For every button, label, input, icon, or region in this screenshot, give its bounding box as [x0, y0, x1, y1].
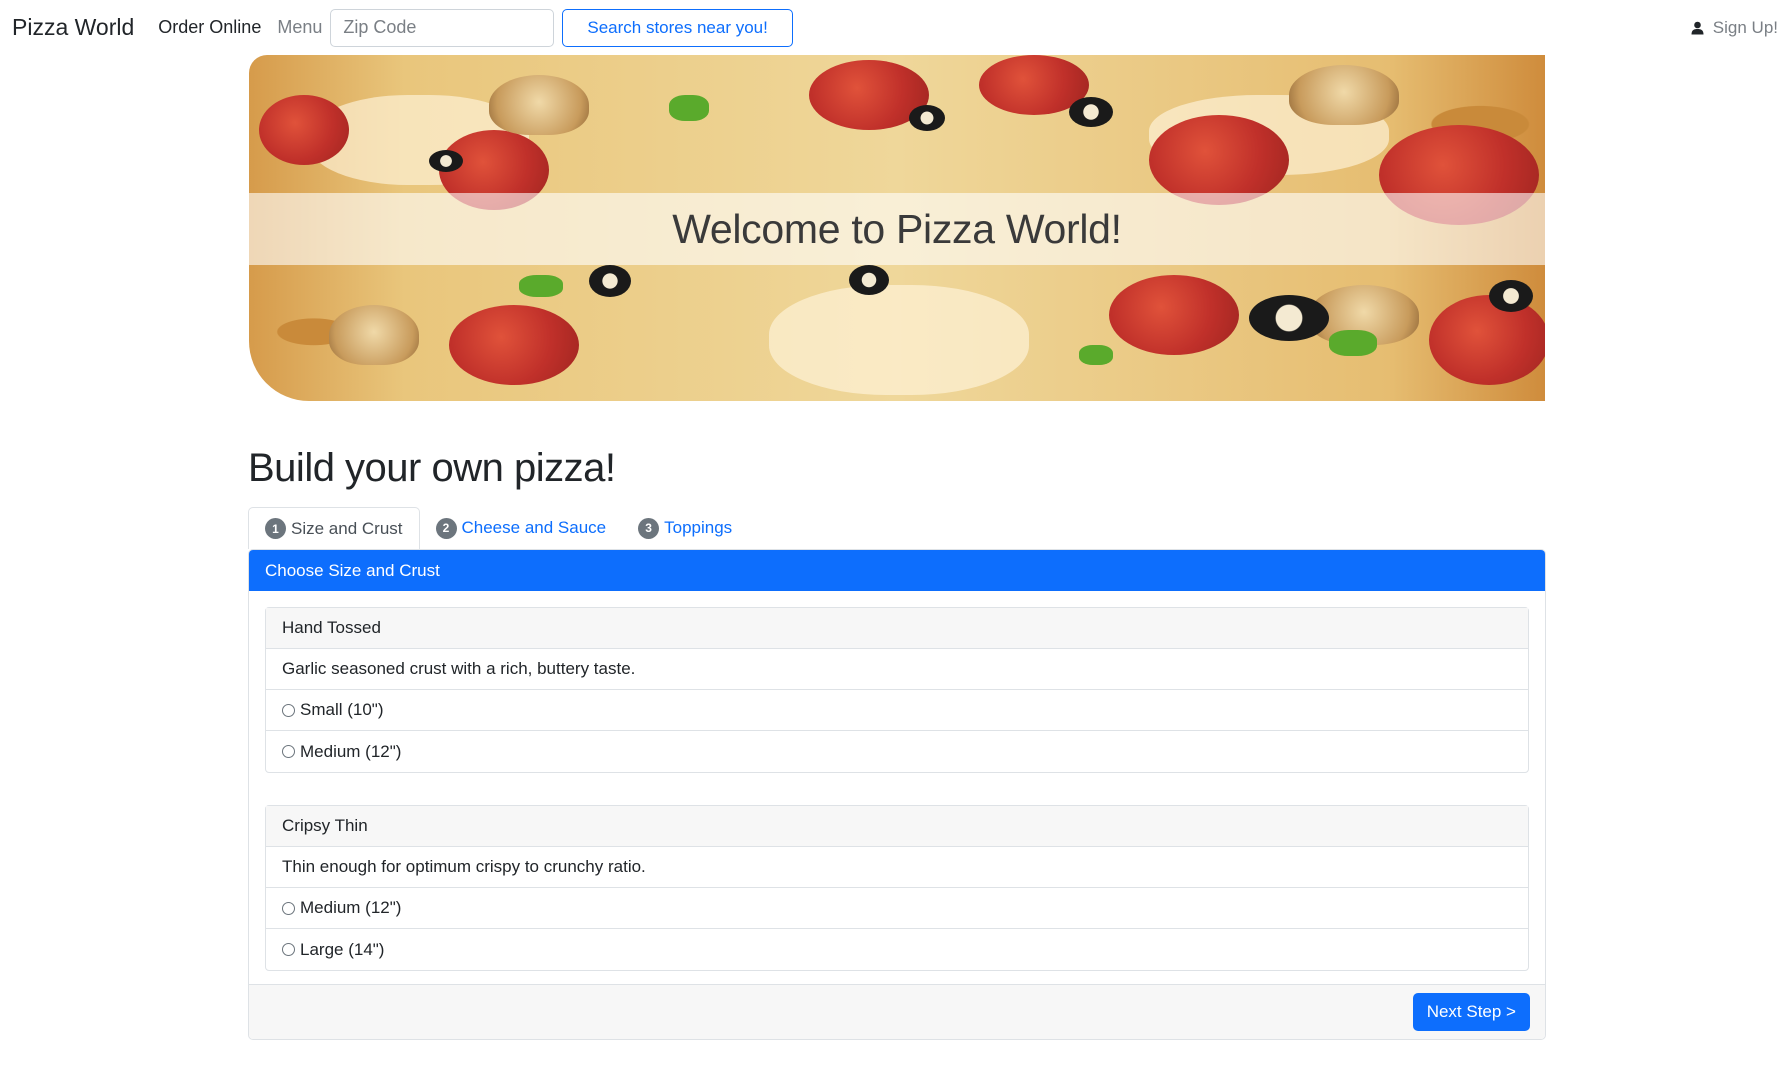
size-option-row[interactable]: Medium (12") [266, 888, 1528, 929]
size-option-row[interactable]: Small (10") [266, 690, 1528, 731]
size-option-label[interactable]: Large (14") [300, 940, 384, 960]
green-pepper-shape [669, 95, 709, 121]
mushroom-shape [329, 305, 419, 365]
tab-label: Toppings [664, 518, 733, 537]
mushroom-shape [1289, 65, 1399, 125]
green-pepper-shape [1329, 330, 1377, 356]
olive-shape [1069, 97, 1113, 127]
size-option-row[interactable]: Medium (12") [266, 731, 1528, 772]
crust-description: Garlic seasoned crust with a rich, butte… [266, 649, 1528, 690]
pepperoni-shape [1109, 275, 1239, 355]
pepperoni-shape [1429, 295, 1545, 385]
hero-pizza-image: Welcome to Pizza World! [249, 55, 1545, 401]
size-option-label[interactable]: Medium (12") [300, 898, 401, 918]
size-radio[interactable] [282, 745, 295, 758]
next-step-button[interactable]: Next Step > [1412, 993, 1530, 1031]
size-radio[interactable] [282, 703, 295, 717]
tab-size-and-crust[interactable]: 1 Size and Crust [248, 507, 420, 549]
nav-menu-link[interactable]: Menu [277, 17, 322, 38]
olive-shape [849, 265, 889, 295]
crust-option-crispy-thin: Cripsy Thin Thin enough for optimum cris… [265, 805, 1529, 971]
green-pepper-shape [519, 275, 563, 297]
zip-code-input[interactable] [330, 8, 555, 47]
size-radio[interactable] [282, 901, 295, 915]
size-option-label[interactable]: Small (10") [300, 700, 384, 720]
nav-order-online-link[interactable]: Order Online [158, 17, 261, 38]
top-navbar: Pizza World Order Online Menu Search sto… [0, 0, 1792, 55]
cheese-shape [769, 285, 1029, 395]
hero-title-banner: Welcome to Pizza World! [249, 193, 1545, 265]
panel-body: Hand Tossed Garlic seasoned crust with a… [249, 591, 1545, 971]
panel-header: Choose Size and Crust [249, 550, 1545, 591]
olive-shape [429, 150, 463, 172]
tab-cheese-and-sauce[interactable]: 2 Cheese and Sauce [420, 507, 623, 549]
crust-name: Cripsy Thin [266, 806, 1528, 847]
pepperoni-shape [259, 95, 349, 165]
size-option-label[interactable]: Medium (12") [300, 742, 401, 762]
crust-option-hand-tossed: Hand Tossed Garlic seasoned crust with a… [265, 607, 1529, 773]
pepperoni-shape [1149, 115, 1289, 205]
brand-link[interactable]: Pizza World [12, 14, 134, 41]
size-crust-panel: Choose Size and Crust Hand Tossed Garlic… [248, 549, 1546, 1040]
builder-tabs: 1 Size and Crust 2 Cheese and Sauce 3 To… [248, 507, 1546, 549]
pepperoni-shape [449, 305, 579, 385]
crust-name: Hand Tossed [266, 608, 1528, 649]
size-radio[interactable] [282, 943, 295, 956]
olive-shape [1489, 280, 1533, 312]
tab-label: Size and Crust [291, 518, 403, 538]
olive-shape [909, 105, 945, 131]
olive-shape [1249, 295, 1329, 341]
panel-footer: Next Step > [249, 984, 1545, 1039]
user-icon [1691, 21, 1704, 34]
sign-up-label: Sign Up! [1712, 17, 1778, 37]
search-stores-button[interactable]: Search stores near you! [562, 8, 793, 47]
tab-toppings[interactable]: 3 Toppings [622, 507, 748, 549]
crust-description: Thin enough for optimum crispy to crunch… [266, 847, 1528, 888]
step-badge: 1 [265, 518, 286, 539]
olive-shape [589, 265, 631, 297]
mushroom-shape [489, 75, 589, 135]
green-pepper-shape [1079, 345, 1113, 365]
hero-title: Welcome to Pizza World! [672, 205, 1122, 252]
page-title: Build your own pizza! [248, 446, 616, 490]
step-badge: 3 [638, 517, 660, 539]
tab-label: Cheese and Sauce [461, 518, 607, 537]
step-badge: 2 [435, 517, 457, 539]
sign-up-link[interactable]: Sign Up! [1691, 18, 1780, 38]
size-option-row[interactable]: Large (14") [266, 929, 1528, 970]
